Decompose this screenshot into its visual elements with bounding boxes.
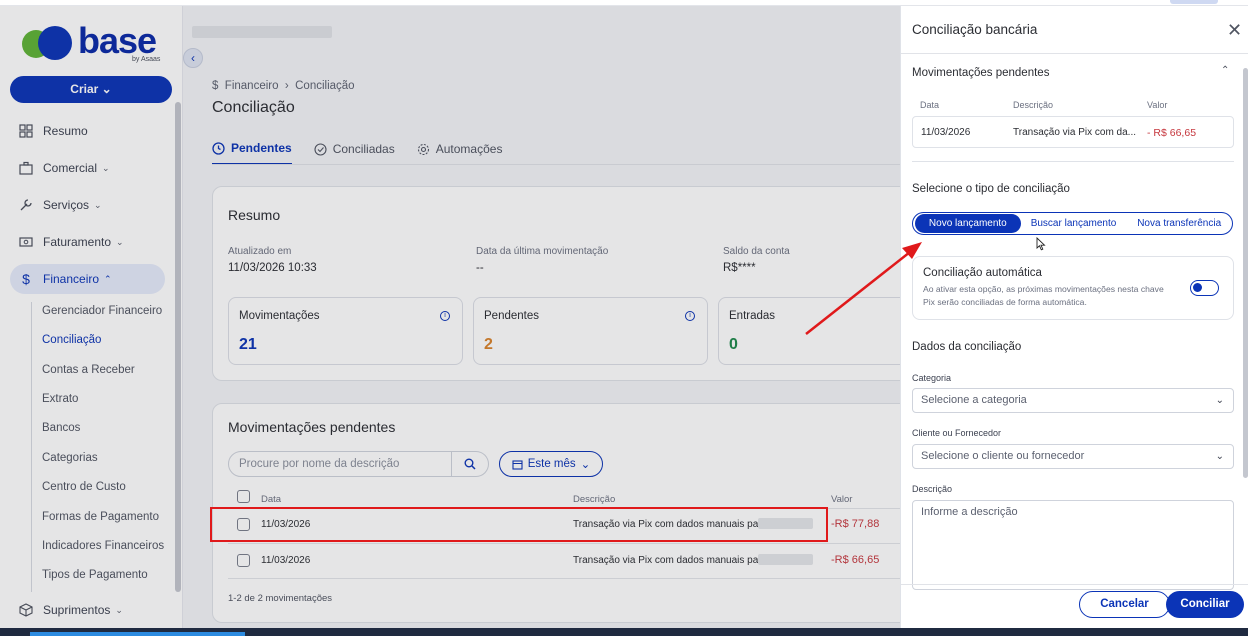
mouse-cursor-icon [1036,237,1046,251]
app-window: base by Asaas Criar ⌄ Resumo Comercial ⌄ … [0,0,1248,636]
taskbar [0,628,1248,636]
annotation-arrow [805,242,922,335]
taskbar-active-app [30,632,245,636]
